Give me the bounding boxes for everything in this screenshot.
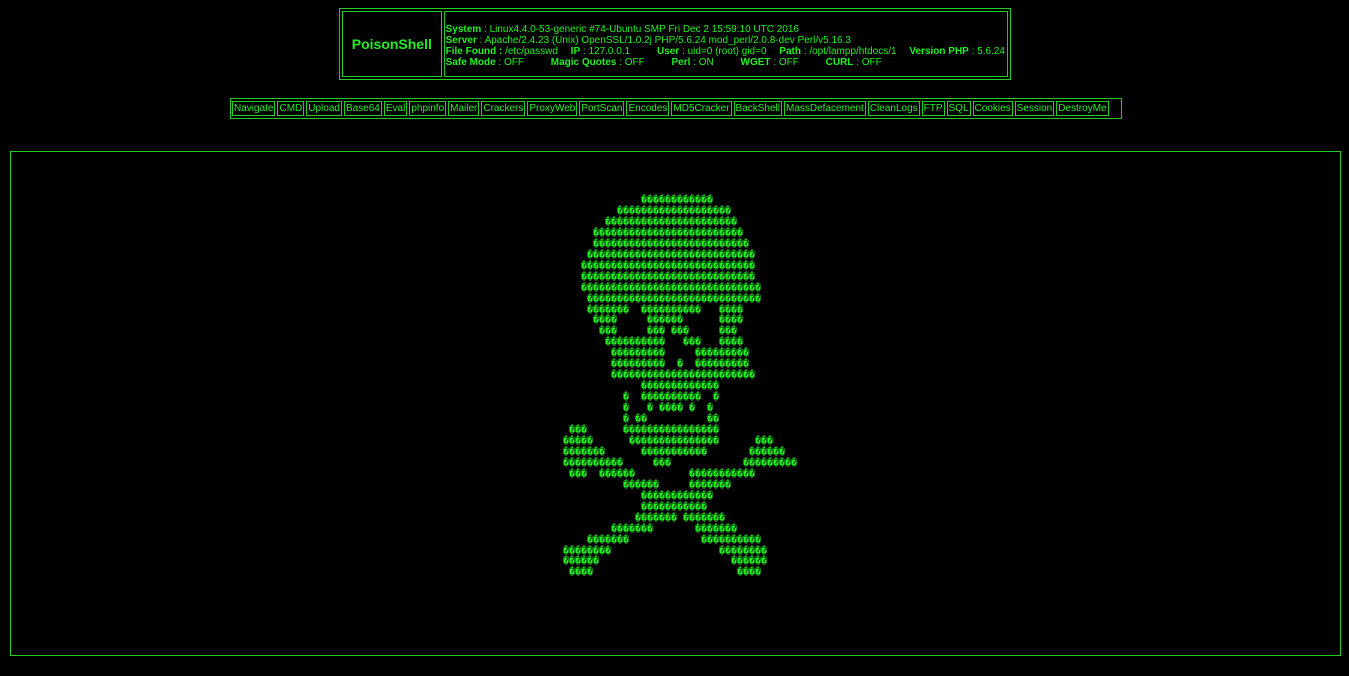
server-line: Server : Apache/2.4.23 (Unix) OpenSSL/1.…	[445, 35, 851, 46]
ip-value: 127.0.0.1	[588, 46, 631, 57]
nav-sql-button[interactable]: SQL	[946, 101, 971, 116]
header-table: PoisonShell System : Linux4.4.0-53-gener…	[339, 8, 1011, 80]
nav-ftp-button[interactable]: FTP	[921, 101, 945, 116]
nav-mailer-button[interactable]: Mailer	[448, 101, 480, 116]
path-value: /opt/lampp/htdocs/1	[809, 46, 897, 57]
features-line: Safe Mode : OFF Magic Quotes : OFF Perl …	[445, 57, 882, 68]
wget-value: OFF	[778, 57, 799, 68]
nav-crackers-button[interactable]: Crackers	[481, 101, 526, 116]
file-label: File Found :	[445, 46, 503, 57]
details-line: File Found : /etc/passwd IP : 127.0.0.1 …	[445, 46, 1005, 57]
nav-encodes-button[interactable]: Encodes	[626, 101, 670, 116]
php-label: Version PHP	[909, 46, 969, 57]
nav-navigate-button[interactable]: Navigate	[232, 101, 276, 116]
nav-cmd-button[interactable]: CMD	[277, 101, 305, 116]
nav-proxyweb-button[interactable]: ProxyWeb	[527, 101, 578, 116]
nav-md5cracker-button[interactable]: MD5Cracker	[671, 101, 732, 116]
safe-mode-value: OFF	[504, 57, 524, 68]
file-value: /etc/passwd	[505, 46, 558, 57]
magic-quotes-value: OFF	[624, 57, 645, 68]
curl-label: CURL	[825, 57, 854, 68]
perl-value: ON	[698, 57, 714, 68]
nav-destroyme-button[interactable]: DestroyMe	[1056, 101, 1109, 116]
nav-base64-button[interactable]: Base64	[343, 101, 382, 116]
system-value: Linux4.4.0-53-generic #74-Ubuntu SMP Fri…	[489, 24, 799, 35]
curl-value: OFF	[861, 57, 882, 68]
user-label: User	[656, 46, 680, 57]
nav-menu: Navigate CMD Upload Base64 Eval phpinfo …	[230, 98, 1122, 119]
nav-upload-button[interactable]: Upload	[306, 101, 342, 116]
system-line: System : Linux4.4.0-53-generic #74-Ubunt…	[445, 24, 799, 35]
nav-phpinfo-button[interactable]: phpinfo	[409, 101, 447, 116]
server-value: Apache/2.4.23 (Unix) OpenSSL/1.0.2j PHP/…	[484, 35, 851, 46]
php-value: 5.6.24	[977, 46, 1005, 57]
system-info-panel: System : Linux4.4.0-53-generic #74-Ubunt…	[443, 11, 1008, 77]
magic-quotes-label: Magic Quotes	[550, 57, 617, 68]
nav-session-button[interactable]: Session	[1014, 101, 1055, 116]
server-label: Server	[445, 35, 477, 46]
safe-mode-label: Safe Mode	[445, 57, 496, 68]
user-value: uid=0 (root) gid=0	[687, 46, 767, 57]
brand-title: PoisonShell	[342, 11, 442, 77]
nav-cleanlogs-button[interactable]: CleanLogs	[867, 101, 920, 116]
nav-portscan-button[interactable]: PortScan	[579, 101, 625, 116]
nav-massdefacement-button[interactable]: MassDefacement	[784, 101, 866, 116]
path-label: Path	[779, 46, 801, 57]
system-label: System	[445, 24, 482, 35]
content-panel: ������������ ������������������� �������…	[10, 151, 1341, 656]
nav-cookies-button[interactable]: Cookies	[972, 101, 1013, 116]
nav-eval-button[interactable]: Eval	[383, 101, 408, 116]
nav-backshell-button[interactable]: BackShell	[733, 101, 782, 116]
perl-label: Perl	[671, 57, 691, 68]
ip-label: IP	[570, 46, 581, 57]
wget-label: WGET	[740, 57, 771, 68]
skull-ascii-art: ������������ ������������������� �������…	[563, 195, 798, 579]
